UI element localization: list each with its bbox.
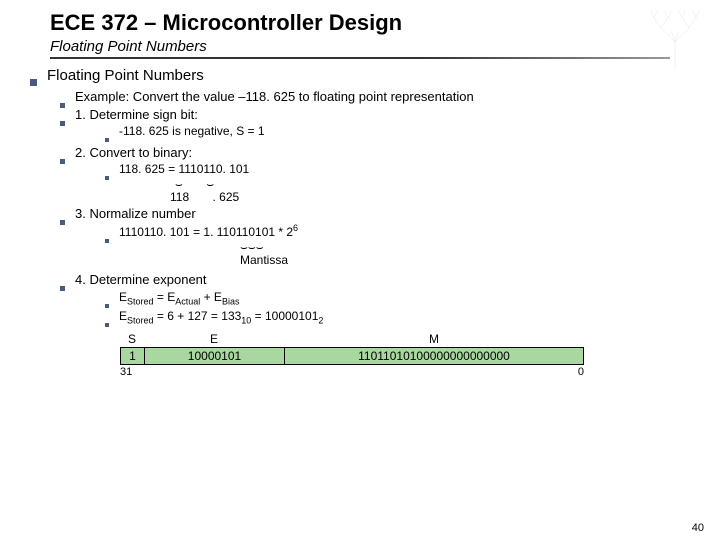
step2-parts: 118 . 625	[170, 190, 720, 204]
bullet-icon	[105, 323, 109, 327]
bullet-icon	[105, 304, 109, 308]
step1: 1. Determine sign bit:	[60, 106, 720, 124]
bit-boxes: 1 10000101 11011010100000000000000	[120, 347, 720, 365]
bracket-graphic: ⌣ ⌣	[175, 178, 720, 190]
decorative-tree-graphic	[630, 0, 720, 70]
bullet-icon	[60, 159, 65, 164]
mantissa-label: Mantissa	[240, 253, 720, 267]
course-title: ECE 372 – Microcontroller Design	[50, 10, 720, 36]
step3-detail: 1110110. 101 = 1. 110110101 * 26	[105, 222, 720, 241]
step3: 3. Normalize number	[60, 205, 720, 223]
bullet-icon	[60, 286, 65, 291]
page-number: 40	[692, 522, 704, 534]
bullet-icon	[60, 220, 65, 225]
bullet-icon	[105, 239, 109, 243]
bullet-icon	[60, 121, 65, 126]
step4: 4. Determine exponent	[60, 271, 720, 289]
slide-content: Floating Point Numbers Example: Convert …	[0, 59, 720, 378]
slide-header: ECE 372 – Microcontroller Design Floatin…	[0, 0, 720, 55]
mantissa-bits: 11011010100000000000000	[284, 347, 584, 365]
exponent-bits: 10000101	[144, 347, 284, 365]
bullet-icon	[60, 103, 65, 108]
bit-layout: S E M 1 10000101 11011010100000000000000…	[120, 332, 720, 378]
bullet-icon	[105, 138, 109, 142]
example-line: Example: Convert the value –118. 625 to …	[60, 88, 720, 106]
sign-bit: 1	[120, 347, 144, 365]
bit-field-labels: S E M	[120, 332, 720, 346]
bullet-icon	[105, 176, 109, 180]
step4-eq1: EStored = EActual + EBias	[105, 289, 720, 308]
step4-eq2: EStored = 6 + 127 = 13310 = 100001012	[105, 308, 720, 327]
topic-subtitle: Floating Point Numbers	[50, 38, 720, 55]
section-heading: Floating Point Numbers	[30, 67, 720, 84]
bullet-icon	[30, 79, 37, 86]
step2-detail: 118. 625 = 1110110. 101	[105, 161, 720, 178]
step1-detail: -118. 625 is negative, S = 1	[105, 123, 720, 140]
bracket-graphic: ⌣⌣⌣	[240, 241, 720, 253]
bit-positions: 31 0	[120, 366, 584, 378]
step2: 2. Convert to binary:	[60, 144, 720, 162]
